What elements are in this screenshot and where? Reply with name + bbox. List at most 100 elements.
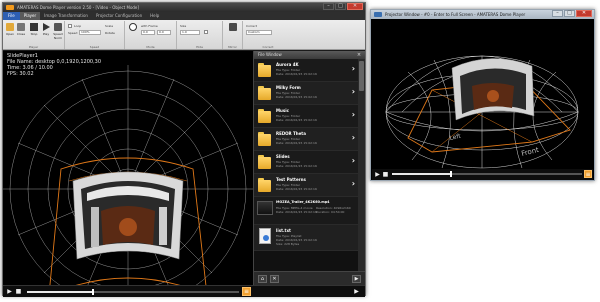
speed-field[interactable]: 100% [79,30,101,35]
item-meta: File Type: Folder Date: 2016/01/15 15:02:… [276,91,317,99]
ribbon-group-correct: Correct Custom Correct [243,21,293,49]
projector-seek-bar[interactable] [392,171,582,177]
speed-norm-button[interactable]: Speed Norm [53,23,63,40]
close-button[interactable]: ✕ [347,3,363,10]
speed-label: Speed [68,31,78,35]
menu-projector-configuration[interactable]: Projector Configuration [92,12,146,20]
group-label-mode: Mode [146,45,155,49]
playback-info: SlidePlayer1 File Name: desktop 0,0,1920… [7,53,101,77]
size-field[interactable]: 1.0 [180,30,200,35]
stop-label: Stop [30,32,38,36]
main-window-title: AMATERAS Dome Player version 2.50 - [Vid… [17,5,139,10]
panel-transport-play-button[interactable]: ▶ [353,288,360,295]
transport-play-button[interactable]: ▶ [6,288,13,295]
stop-icon [30,23,38,31]
dome-grid-svg[interactable] [3,51,253,285]
list-item[interactable]: Aurora 4K File Type: Folder Date: 2016/01… [254,59,358,82]
menu-file[interactable]: File [3,12,20,20]
chevron-right-icon[interactable]: › [352,134,355,142]
projector-play-button[interactable]: ▶ [374,171,381,178]
projector-maximize-button[interactable]: □ [564,10,575,17]
file-panel-close-icon[interactable]: × [356,52,362,58]
home-button[interactable]: ⌂ [258,275,267,283]
projector-close-button[interactable]: ✕ [576,10,592,17]
item-meta-extra: Resolution: 4096x2160 Duration: 04:54:00 [316,206,351,214]
mode-label: with Frame [141,24,158,28]
projector-stop-button[interactable]: ■ [382,171,389,178]
projector-window-title: Projector Window - #0 - Enter to Full Sc… [385,12,526,17]
folder-icon [258,109,272,123]
mirror-button[interactable] [228,23,238,32]
list-item[interactable]: Milky Form File Type: Folder Date: 2016/0… [254,82,358,105]
open-label: Open [5,32,14,36]
playlist-icon [259,228,271,244]
list-item[interactable]: Test Patterns File Type: Folder Date: 201… [254,174,358,197]
item-meta: File Type: Folder Date: 2016/01/15 15:02:… [276,68,317,76]
ribbon-group-hide: Size 1.0 Hide [177,21,223,49]
item-name: Slides [276,154,290,159]
maximize-button[interactable]: □ [335,3,346,10]
close-file-button[interactable]: Close [16,23,26,36]
hide-checkbox[interactable] [204,30,208,34]
file-list-scrollbar[interactable] [358,59,365,271]
projector-seek-handle[interactable] [449,171,452,177]
projector-titlebar[interactable]: Projector Window - #0 - Enter to Full Sc… [371,10,594,19]
file-panel: File Window × Aurora 4K File Type: Folde… [253,51,365,285]
list-item[interactable]: REDOR Theta File Type: Folder Date: 2016/… [254,128,358,151]
item-name: REDOR Theta [276,131,306,136]
folder-icon [258,132,272,146]
play-label: Play [42,32,50,36]
open-button[interactable]: Open [5,23,15,36]
main-titlebar[interactable]: AMATERAS Dome Player version 2.50 - [Vid… [3,3,365,12]
offset-x-field[interactable]: 0.0 [141,30,155,35]
correct-field[interactable]: Custom [246,30,272,35]
scrollbar-thumb[interactable] [359,61,364,91]
projector-transport-bar: ▶ ■ ≡ [372,169,593,180]
chevron-right-icon[interactable]: › [352,180,355,188]
menu-player[interactable]: Player [19,12,41,20]
list-item[interactable]: list.txt File Type: Playlist Date: 2016/0… [254,225,358,251]
minimize-button[interactable]: – [323,3,334,10]
warped-desktop-image [72,171,184,260]
item-meta: File Type: Folder Date: 2016/01/15 15:02:… [276,160,317,168]
projector-warped-image [451,58,535,121]
panel-play-button[interactable]: ▶ [352,275,361,283]
chevron-right-icon[interactable]: › [352,157,355,165]
seek-bar-handle[interactable] [91,289,94,295]
projector-settings-button[interactable]: ≡ [584,170,592,178]
transport-settings-button[interactable]: ≡ [242,287,251,296]
chevron-right-icon[interactable]: › [352,65,355,73]
mode-dial-button[interactable] [128,23,138,32]
list-item[interactable]: Music File Type: Folder Date: 2016/01/15 … [254,105,358,128]
list-item[interactable]: MOZEA_Trailer_4K2K60.mp4 File Type: MPEG… [254,197,358,225]
offset-y-field[interactable]: 0.0 [157,30,171,35]
close-file-icon [17,23,25,31]
delete-button[interactable]: ✕ [270,275,279,283]
loop-checkbox[interactable] [68,24,72,28]
projector-minimize-button[interactable]: – [552,10,563,17]
item-name: MOZEA_Trailer_4K2K60.mp4 [276,200,330,204]
projector-window-controls: – □ ✕ [552,10,592,18]
stop-button[interactable]: Stop [29,23,39,36]
dome-viewport[interactable]: SlidePlayer1 File Name: desktop 0,0,1920… [3,51,253,285]
chevron-right-icon[interactable]: › [352,111,355,119]
speed-icon [54,23,62,31]
ribbon-group-mode: with Frame 0.0 0.0 Mode [125,21,177,49]
seek-bar[interactable] [27,289,239,295]
rotate-label: Rotate [105,31,115,35]
folder-open-icon [6,23,14,31]
menu-image-transformation[interactable]: Image Transformation [40,12,92,20]
scale-label: Scale [105,24,114,28]
file-panel-title: File Window [258,52,282,57]
projector-view[interactable]: Left Front [372,20,593,169]
play-button[interactable]: Play [41,23,51,36]
chevron-right-icon[interactable]: › [352,88,355,96]
menu-help[interactable]: Help [146,12,163,20]
item-name: Aurora 4K [276,62,299,67]
direction-label-front: Front [521,146,540,158]
group-label-player: Player [28,45,39,49]
projector-app-icon [374,12,382,17]
item-name: Milky Form [276,85,301,90]
list-item[interactable]: Slides File Type: Folder Date: 2016/01/15… [254,151,358,174]
transport-stop-button[interactable]: ■ [15,288,22,295]
